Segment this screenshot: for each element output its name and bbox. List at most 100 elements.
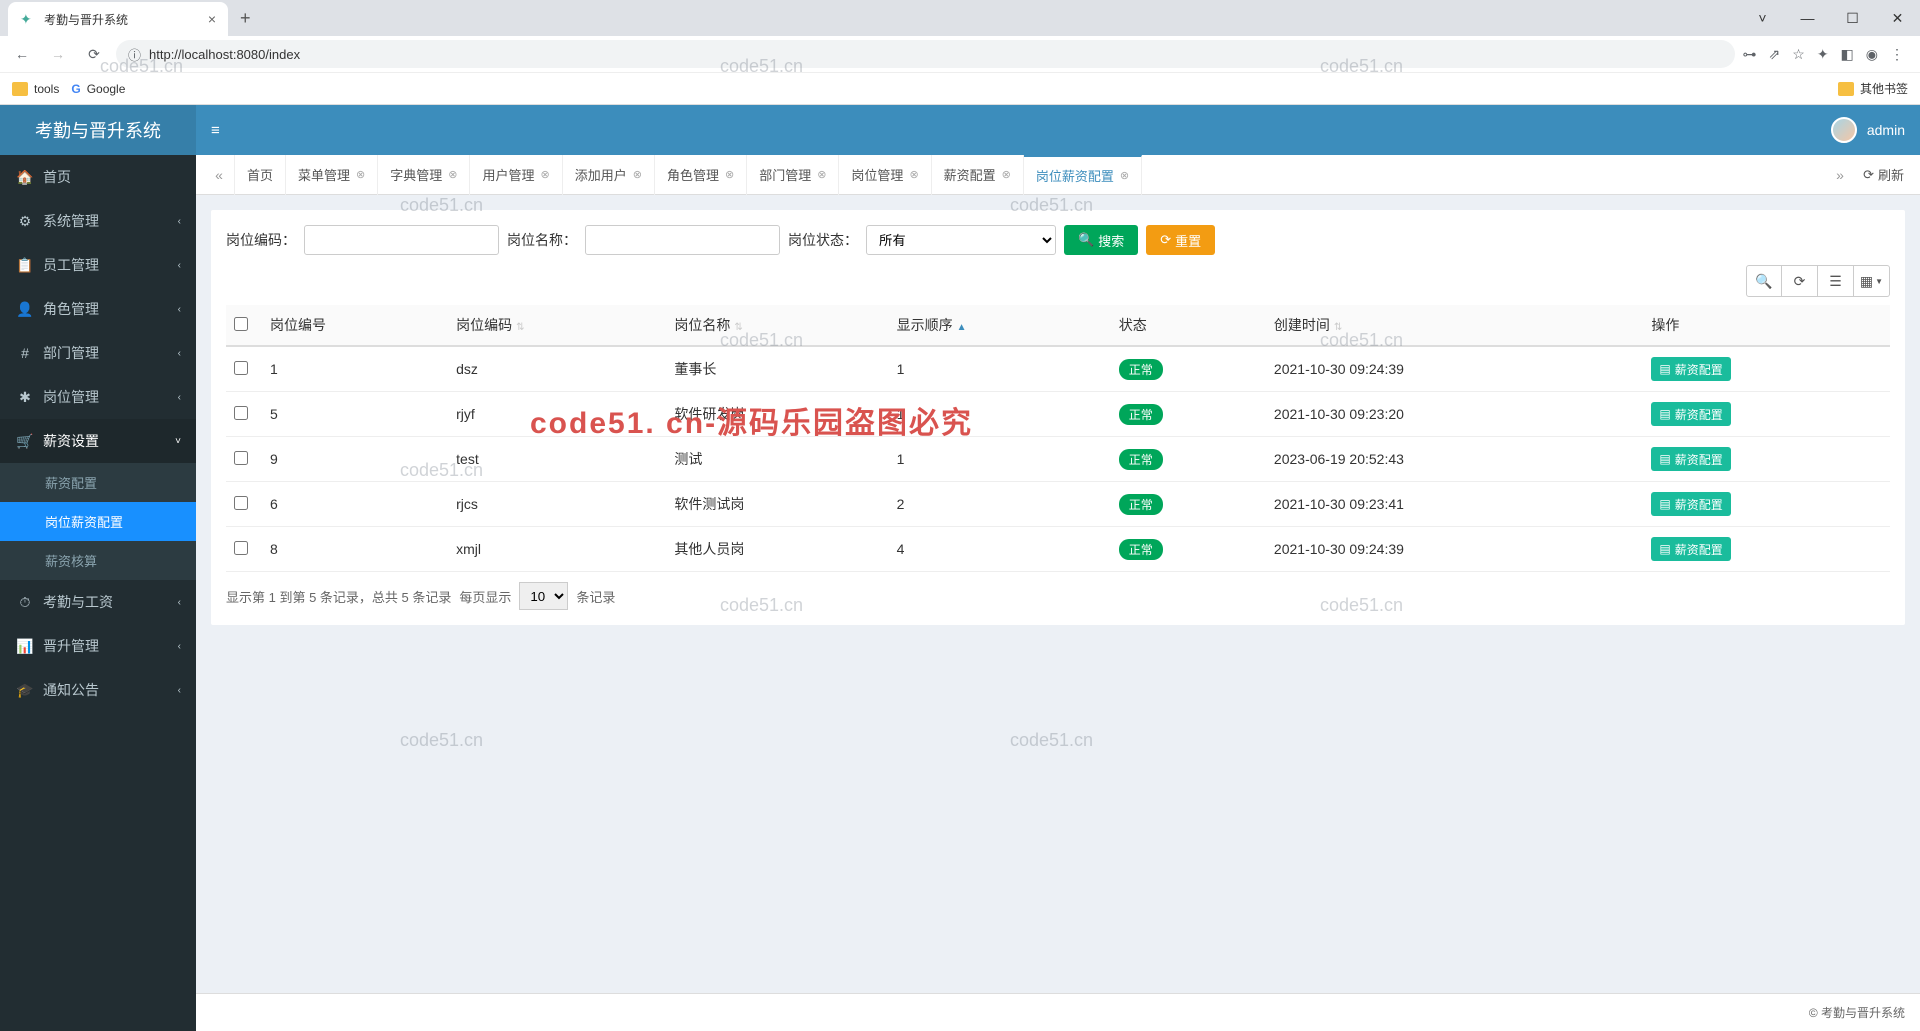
- tabs-scroll-left-icon[interactable]: «: [204, 167, 234, 183]
- sidebar-item-8[interactable]: 📊晋升管理‹: [0, 624, 196, 668]
- cell-name: 软件研发岗: [666, 392, 888, 437]
- close-window-icon[interactable]: ✕: [1875, 0, 1920, 36]
- table-row: 6 rjcs 软件测试岗 2 正常 2021-10-30 09:23:41 ▤薪…: [226, 482, 1890, 527]
- page-tabs: « 首页菜单管理⊗字典管理⊗用户管理⊗添加用户⊗角色管理⊗部门管理⊗岗位管理⊗薪…: [196, 155, 1920, 195]
- code-input[interactable]: [304, 225, 499, 255]
- row-checkbox[interactable]: [234, 406, 248, 420]
- th-created[interactable]: 创建时间⇅: [1266, 305, 1643, 346]
- back-button[interactable]: ←: [8, 40, 36, 68]
- cell-id: 9: [262, 437, 448, 482]
- th-name[interactable]: 岗位名称⇅: [666, 305, 888, 346]
- sidebar-item-2[interactable]: 📋员工管理‹: [0, 243, 196, 287]
- salary-config-button[interactable]: ▤薪资配置: [1651, 357, 1730, 381]
- page-tab[interactable]: 首页: [234, 155, 286, 195]
- new-tab-button[interactable]: +: [228, 8, 263, 29]
- key-icon[interactable]: ⊶: [1743, 46, 1757, 63]
- search-button[interactable]: 🔍搜索: [1064, 225, 1138, 255]
- bookmark-google[interactable]: GGoogle: [71, 82, 125, 96]
- salary-config-button[interactable]: ▤薪资配置: [1651, 492, 1730, 516]
- page-tab[interactable]: 薪资配置⊗: [932, 155, 1024, 195]
- status-select[interactable]: 所有: [866, 225, 1056, 255]
- browser-tab[interactable]: ✦ 考勤与晋升系统 ×: [8, 2, 228, 36]
- maximize-icon[interactable]: ☐: [1830, 0, 1875, 36]
- forward-button[interactable]: →: [44, 40, 72, 68]
- tab-close-icon[interactable]: ⊗: [633, 168, 642, 181]
- menu-icon: 👤: [15, 301, 35, 318]
- minimize-icon[interactable]: ―: [1785, 0, 1830, 36]
- bookmark-tools[interactable]: tools: [12, 82, 59, 96]
- page-tab[interactable]: 添加用户⊗: [563, 155, 655, 195]
- th-code[interactable]: 岗位编码⇅: [448, 305, 666, 346]
- tab-close-icon[interactable]: ⊗: [817, 168, 826, 181]
- refresh-icon: ⟳: [1863, 167, 1874, 183]
- submenu-item-0[interactable]: 薪资配置: [0, 463, 196, 502]
- sidebar-item-6[interactable]: 🛒薪资设置˅: [0, 419, 196, 463]
- sidebar-item-9[interactable]: 🎓通知公告‹: [0, 668, 196, 712]
- hamburger-icon[interactable]: ≡: [211, 122, 220, 139]
- page-tab[interactable]: 部门管理⊗: [747, 155, 839, 195]
- tab-close-icon[interactable]: ⊗: [1002, 168, 1011, 181]
- status-badge: 正常: [1119, 359, 1163, 380]
- toolbar-search-icon[interactable]: 🔍: [1746, 265, 1782, 297]
- page-tab[interactable]: 岗位管理⊗: [839, 155, 931, 195]
- url-input[interactable]: ⓘ http://localhost:8080/index: [116, 40, 1735, 68]
- username[interactable]: admin: [1867, 122, 1905, 138]
- page-tab[interactable]: 角色管理⊗: [655, 155, 747, 195]
- cell-id: 6: [262, 482, 448, 527]
- profile-icon[interactable]: ◉: [1866, 46, 1878, 63]
- tab-close-icon[interactable]: ×: [208, 11, 216, 27]
- salary-config-button[interactable]: ▤薪资配置: [1651, 402, 1730, 426]
- salary-config-button[interactable]: ▤薪资配置: [1651, 537, 1730, 561]
- star-icon[interactable]: ☆: [1792, 46, 1805, 63]
- sidebar-item-5[interactable]: ✱岗位管理‹: [0, 375, 196, 419]
- cell-code: rjcs: [448, 482, 666, 527]
- select-all-checkbox[interactable]: [234, 317, 248, 331]
- sidepanel-icon[interactable]: ◧: [1841, 46, 1854, 63]
- extensions-icon[interactable]: ✦: [1817, 46, 1829, 63]
- tab-close-icon[interactable]: ⊗: [448, 168, 457, 181]
- th-order[interactable]: 显示顺序▲: [889, 305, 1111, 346]
- per-page-suffix: 条记录: [576, 587, 615, 606]
- menu-icon[interactable]: ⋮: [1890, 46, 1904, 63]
- refresh-button[interactable]: ⟳刷新: [1855, 165, 1912, 184]
- salary-config-button[interactable]: ▤薪资配置: [1651, 447, 1730, 471]
- tab-close-icon[interactable]: ⊗: [356, 168, 365, 181]
- sidebar-item-4[interactable]: #部门管理‹: [0, 331, 196, 375]
- tab-close-icon[interactable]: ⊗: [725, 168, 734, 181]
- reload-button[interactable]: ⟳: [80, 40, 108, 68]
- toolbar-columns-icon[interactable]: ▦▼: [1854, 265, 1890, 297]
- page-tab[interactable]: 菜单管理⊗: [286, 155, 378, 195]
- tab-close-icon[interactable]: ⊗: [909, 168, 918, 181]
- tab-close-icon[interactable]: ⊗: [541, 168, 550, 181]
- sidebar-item-1[interactable]: ⚙系统管理‹: [0, 199, 196, 243]
- submenu-item-2[interactable]: 薪资核算: [0, 541, 196, 580]
- tabs-scroll-right-icon[interactable]: »: [1825, 167, 1855, 183]
- share-icon[interactable]: ⇗: [1769, 46, 1781, 63]
- window-dropdown-icon[interactable]: ˅: [1740, 0, 1785, 36]
- sidebar-item-0[interactable]: 🏠首页: [0, 155, 196, 199]
- tab-close-icon[interactable]: ⊗: [1120, 169, 1129, 182]
- row-checkbox[interactable]: [234, 541, 248, 555]
- cell-order: 2: [889, 482, 1111, 527]
- row-checkbox[interactable]: [234, 496, 248, 510]
- sidebar-item-3[interactable]: 👤角色管理‹: [0, 287, 196, 331]
- reset-button[interactable]: ⟳重置: [1146, 225, 1215, 255]
- chevron-icon: ‹: [178, 260, 181, 271]
- page-tab[interactable]: 字典管理⊗: [378, 155, 470, 195]
- toolbar-toggle-icon[interactable]: ☰: [1818, 265, 1854, 297]
- avatar[interactable]: [1831, 117, 1857, 143]
- list-icon: ▤: [1659, 407, 1670, 421]
- bookmark-other[interactable]: 其他书签: [1838, 80, 1908, 97]
- table-header-row: 岗位编号 岗位编码⇅ 岗位名称⇅ 显示顺序▲ 状态 创建时间⇅ 操作: [226, 305, 1890, 346]
- sidebar-item-7[interactable]: ⏱考勤与工资‹: [0, 580, 196, 624]
- page-tab[interactable]: 用户管理⊗: [470, 155, 562, 195]
- name-input[interactable]: [585, 225, 780, 255]
- toolbar-refresh-icon[interactable]: ⟳: [1782, 265, 1818, 297]
- page-size-select[interactable]: 10: [519, 582, 568, 610]
- content-area: 岗位编码： 岗位名称： 岗位状态： 所有 🔍搜索 ⟳重置 🔍 ⟳ ☰ ▦▼: [196, 195, 1920, 993]
- page-tab-active[interactable]: 岗位薪资配置⊗: [1024, 155, 1142, 195]
- row-checkbox[interactable]: [234, 361, 248, 375]
- submenu-item-1[interactable]: 岗位薪资配置: [0, 502, 196, 541]
- th-id: 岗位编号: [262, 305, 448, 346]
- row-checkbox[interactable]: [234, 451, 248, 465]
